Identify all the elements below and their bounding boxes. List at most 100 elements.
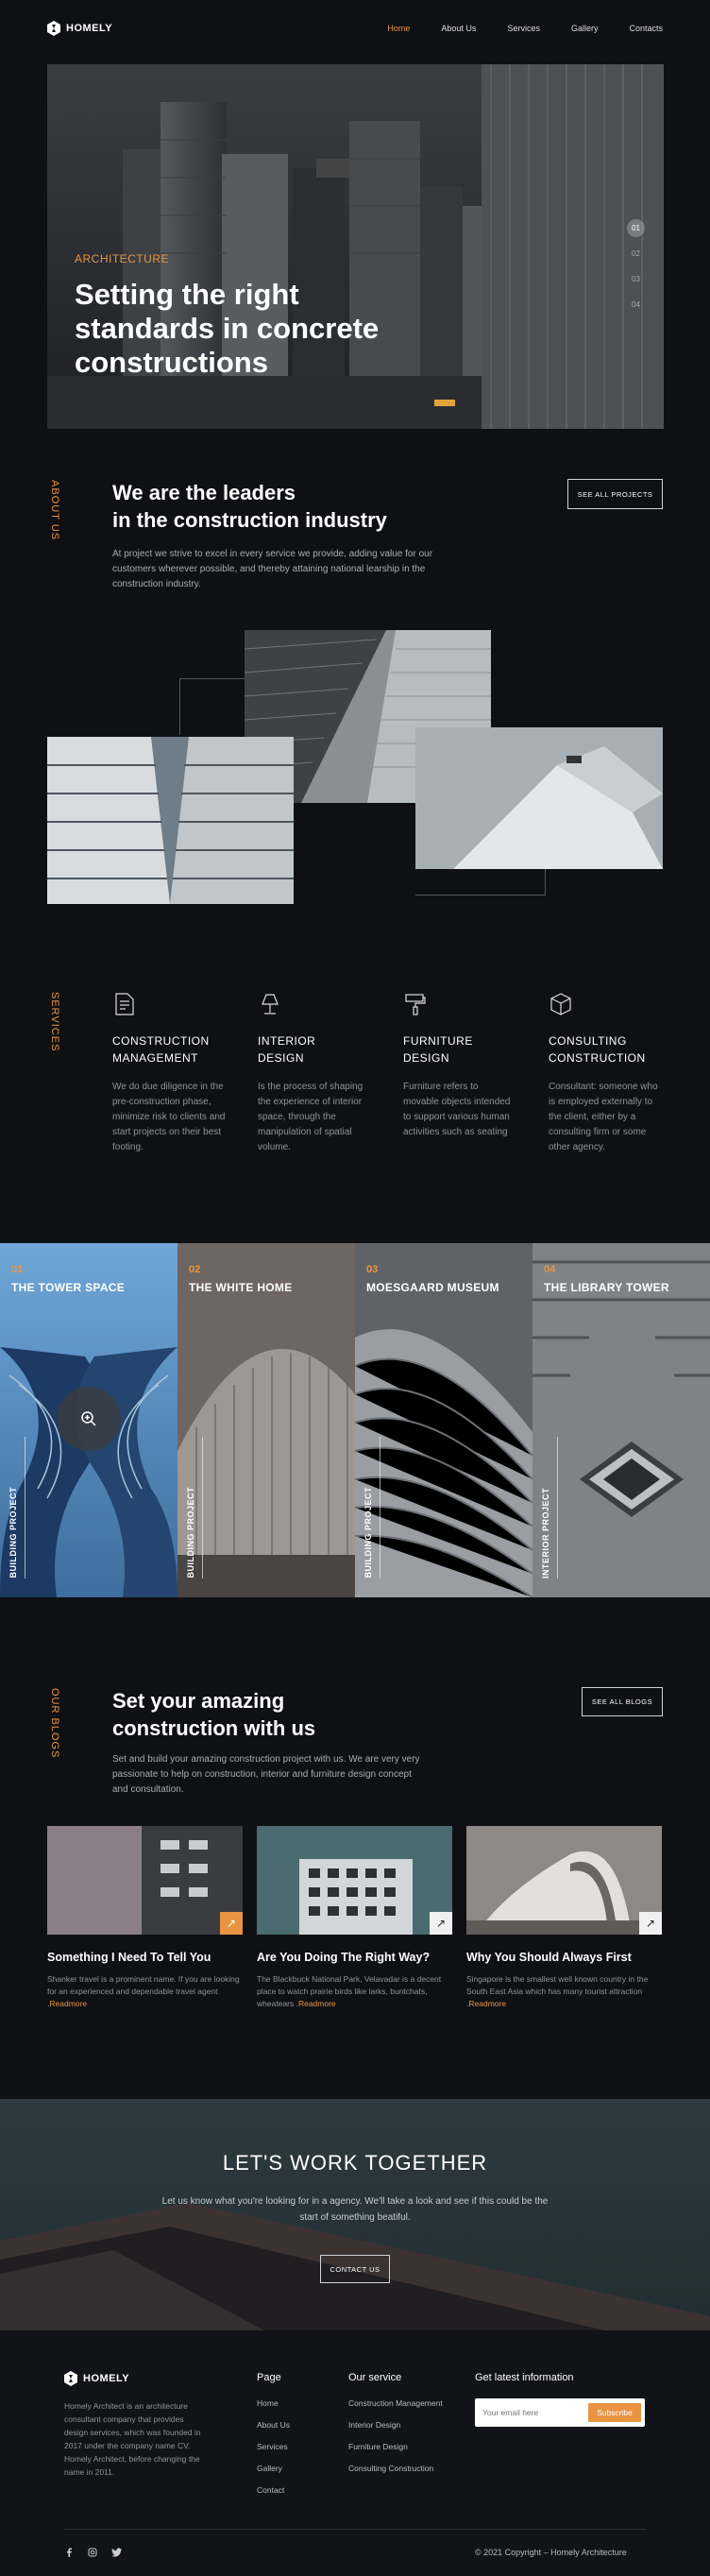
zoom-button[interactable]: [57, 1387, 121, 1451]
project-number: 04: [544, 1264, 556, 1275]
footer-link-gallery[interactable]: Gallery: [257, 2464, 290, 2473]
project-image: [532, 1243, 710, 1597]
cta-text: Let us know what you're looking for in a…: [161, 2196, 549, 2223]
footer-newsletter: Get latest information Subscribe: [475, 2372, 645, 2427]
project-title: THE TOWER SPACE: [11, 1281, 126, 1294]
about-title-line2: in the construction industry: [112, 508, 387, 532]
blog-card-2[interactable]: ↗ Are You Doing The Right Way? The Black…: [257, 1826, 452, 2010]
footer-pages-column: Page Home About Us Services Gallery Cont…: [257, 2372, 290, 2507]
service-title-line2: DESIGN: [403, 1051, 450, 1065]
arrow-up-right-icon[interactable]: ↗: [639, 1912, 662, 1935]
about-section-label: ABOUT US: [49, 480, 60, 541]
cta-section: LET'S WORK TOGETHER Let us know what you…: [0, 2099, 710, 2330]
project-divider: [557, 1437, 558, 1578]
service-title: CONSULTING CONSTRUCTION: [549, 1032, 662, 1066]
blog-title[interactable]: Are You Doing The Right Way?: [257, 1951, 452, 1964]
project-image: [355, 1243, 532, 1597]
social-links: [64, 2548, 122, 2557]
slide-dot-3[interactable]: 03: [627, 270, 645, 288]
footer-link-interior[interactable]: Interior Design: [348, 2420, 443, 2430]
cube-icon: [550, 993, 571, 1015]
about-title: We are the leaders in the construction i…: [112, 479, 387, 534]
nav-services[interactable]: Services: [507, 24, 540, 33]
nav-gallery[interactable]: Gallery: [571, 24, 599, 33]
blog-image-art: [466, 1826, 662, 1935]
service-title-line2: DESIGN: [258, 1051, 305, 1065]
nav-about[interactable]: About Us: [441, 24, 476, 33]
service-title-line1: INTERIOR: [258, 1034, 316, 1048]
instagram-icon[interactable]: [88, 2548, 97, 2557]
nav-contacts[interactable]: Contacts: [629, 24, 663, 33]
footer-logo[interactable]: HOMELY: [64, 2371, 129, 2386]
project-title: MOESGAARD MUSEUM: [366, 1281, 499, 1294]
readmore-link[interactable]: Readmore: [49, 1999, 87, 2008]
blog-excerpt-text: The Blackbuck National Park, Velavadar i…: [257, 1974, 442, 2008]
footer-link-contact[interactable]: Contact: [257, 2485, 290, 2495]
brand-logo[interactable]: HOMELY: [47, 21, 112, 36]
readmore-link[interactable]: Readmore: [468, 1999, 506, 2008]
footer-link-home[interactable]: Home: [257, 2398, 290, 2408]
arrow-up-right-icon[interactable]: ↗: [430, 1912, 452, 1935]
brand-name: HOMELY: [83, 2373, 130, 2384]
nav-home[interactable]: Home: [387, 24, 410, 33]
brand-name: HOMELY: [66, 23, 113, 34]
service-card-consulting[interactable]: CONSULTING CONSTRUCTION Consultant: someo…: [549, 992, 662, 1155]
blogs-title-line1: Set your amazing: [112, 1689, 285, 1713]
readmore-link[interactable]: Readmore: [298, 1999, 336, 2008]
service-text: Furniture refers to movable objects inte…: [403, 1082, 511, 1137]
project-card-tower-space[interactable]: 01 THE TOWER SPACE BUILDING PROJECT: [0, 1243, 178, 1597]
project-number: 02: [189, 1264, 201, 1275]
logo-icon: [64, 2371, 77, 2386]
top-nav: HOMELY Home About Us Services Gallery Co…: [0, 0, 710, 59]
service-text: Is the process of shaping the experience…: [258, 1082, 363, 1152]
logo-icon: [47, 21, 60, 36]
blog-title[interactable]: Something I Need To Tell You: [47, 1951, 243, 1964]
service-card-construction[interactable]: CONSTRUCTION MANAGEMENT We do due diligen…: [112, 992, 226, 1155]
project-title: THE WHITE HOME: [189, 1281, 293, 1294]
lamp-icon: [262, 994, 279, 1015]
project-card-library-tower[interactable]: 04 THE LIBRARY TOWER INTERIOR PROJECT: [532, 1243, 710, 1597]
footer-divider: [64, 2529, 646, 2530]
arrow-up-right-icon[interactable]: ↗: [220, 1912, 243, 1935]
service-card-furniture[interactable]: FURNITURE DESIGN Furniture refers to mova…: [403, 992, 516, 1140]
search-icon: [81, 1411, 96, 1426]
project-title: THE LIBRARY TOWER: [544, 1281, 669, 1294]
blog-card-3[interactable]: ↗ Why You Should Always First Singapore …: [466, 1826, 662, 2010]
hero-kicker: ARCHITECTURE: [75, 252, 170, 265]
footer-services-title: Our service: [348, 2372, 402, 2383]
blog-card-1[interactable]: ↗ Something I Need To Tell You Shanker t…: [47, 1826, 243, 2010]
blog-image: ↗: [466, 1826, 662, 1935]
blog-image-art: [257, 1826, 452, 1935]
contact-us-button[interactable]: CONTACT US: [320, 2255, 390, 2283]
project-tag: BUILDING PROJECT: [8, 1487, 18, 1578]
service-title: FURNITURE DESIGN: [403, 1032, 516, 1066]
footer-link-furniture[interactable]: Furniture Design: [348, 2442, 443, 2451]
project-tag: BUILDING PROJECT: [363, 1487, 373, 1578]
blogs-title: Set your amazing construction with us: [112, 1687, 315, 1742]
twitter-icon[interactable]: [111, 2548, 122, 2557]
see-all-projects-button[interactable]: SEE ALL PROJECTS: [567, 479, 663, 509]
footer-link-construction[interactable]: Construction Management: [348, 2398, 443, 2408]
service-card-interior[interactable]: INTERIOR DESIGN Is the process of shaping…: [258, 992, 371, 1155]
subscribe-button[interactable]: Subscribe: [588, 2403, 641, 2422]
project-number: 01: [11, 1264, 24, 1275]
slide-dot-4[interactable]: 04: [627, 296, 645, 314]
footer-link-about[interactable]: About Us: [257, 2420, 290, 2430]
project-card-moesgaard[interactable]: 03 MOESGAARD MUSEUM BUILDING PROJECT: [355, 1243, 532, 1597]
slide-dot-2[interactable]: 02: [627, 245, 645, 263]
service-title-line1: CONSTRUCTION: [112, 1034, 210, 1048]
facebook-icon[interactable]: [64, 2548, 74, 2557]
blogs-title-line2: construction with us: [112, 1716, 316, 1740]
footer: HOMELY Homely Architect is an architectu…: [0, 2330, 710, 2576]
see-all-blogs-button[interactable]: SEE ALL BLOGS: [582, 1687, 663, 1716]
blog-title[interactable]: Why You Should Always First: [466, 1951, 662, 1964]
slide-dot-1[interactable]: 01: [627, 219, 645, 237]
project-card-white-home[interactable]: 02 THE WHITE HOME BUILDING PROJECT: [178, 1243, 355, 1597]
service-title-line2: CONSTRUCTION: [549, 1051, 646, 1065]
footer-link-services[interactable]: Services: [257, 2442, 290, 2451]
blog-excerpt: Shanker travel is a prominent name. If y…: [47, 1973, 243, 2010]
blogs-text: Set and build your amazing construction …: [112, 1754, 420, 1795]
footer-link-consulting[interactable]: Consulting Construction: [348, 2464, 443, 2473]
email-input[interactable]: [482, 2404, 577, 2421]
collage-image-looking-up: [47, 737, 294, 904]
